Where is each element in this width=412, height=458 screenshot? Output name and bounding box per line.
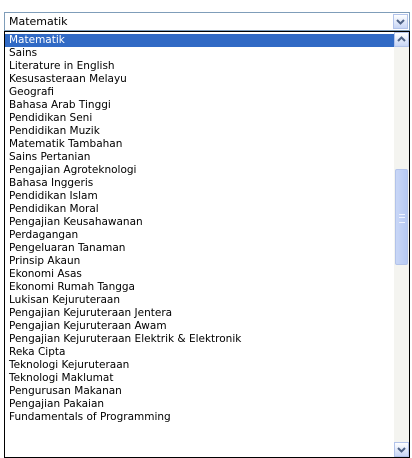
option-item[interactable]: Kesusasteraan Melayu <box>5 73 394 86</box>
option-item[interactable]: Pendidikan Islam <box>5 190 394 203</box>
dropdown-list: Matematik Sains Literature in English Kesus… <box>4 31 410 458</box>
option-item[interactable]: Pengajian Pakaian <box>5 398 394 411</box>
option-item[interactable]: Bahasa Inggeris <box>5 177 394 190</box>
subject-select[interactable]: Matematik <box>4 12 410 31</box>
chevron-down-icon[interactable] <box>393 14 408 29</box>
select-value: Matematik <box>9 15 68 28</box>
scroll-up-button[interactable] <box>394 32 409 47</box>
option-item[interactable]: Bahasa Arab Tinggi <box>5 99 394 112</box>
option-item[interactable]: Pengajian Keusahawanan <box>5 216 394 229</box>
option-item[interactable]: Fundamentals of Programming <box>5 411 394 424</box>
chevron-down-icon <box>397 447 406 453</box>
option-item[interactable]: Pengajian Kejuruteraan Elektrik & Elektr… <box>5 333 394 346</box>
option-item[interactable]: Literature in English <box>5 60 394 73</box>
scroll-down-button[interactable] <box>394 442 409 457</box>
option-item[interactable]: Geografi <box>5 86 394 99</box>
option-item[interactable]: Prinsip Akaun <box>5 255 394 268</box>
option-item[interactable]: Pendidikan Moral <box>5 203 394 216</box>
grip-icon <box>399 214 405 223</box>
option-item[interactable]: Lukisan Kejuruteraan <box>5 294 394 307</box>
option-item[interactable]: Pendidikan Muzik <box>5 125 394 138</box>
option-item[interactable]: Teknologi Kejuruteraan <box>5 359 394 372</box>
scrollbar[interactable] <box>394 32 409 457</box>
option-item[interactable]: Pengajian Kejuruteraan Awam <box>5 320 394 333</box>
options-list: Matematik Sains Literature in English Kesus… <box>5 34 394 424</box>
option-item[interactable]: Matematik <box>5 34 394 47</box>
option-item[interactable]: Sains Pertanian <box>5 151 394 164</box>
option-item[interactable]: Pengajian Kejuruteraan Jentera <box>5 307 394 320</box>
option-item[interactable]: Pendidikan Seni <box>5 112 394 125</box>
option-item[interactable]: Ekonomi Rumah Tangga <box>5 281 394 294</box>
option-item[interactable]: Pengajian Agroteknologi <box>5 164 394 177</box>
option-item[interactable]: Sains <box>5 47 394 60</box>
option-item[interactable]: Reka Cipta <box>5 346 394 359</box>
option-item[interactable]: Pengeluaran Tanaman <box>5 242 394 255</box>
scroll-thumb[interactable] <box>395 169 408 265</box>
chevron-up-icon <box>397 36 406 42</box>
option-item[interactable]: Matematik Tambahan <box>5 138 394 151</box>
option-item[interactable]: Ekonomi Asas <box>5 268 394 281</box>
option-item[interactable]: Pengurusan Makanan <box>5 385 394 398</box>
option-item[interactable]: Perdagangan <box>5 229 394 242</box>
option-item[interactable]: Teknologi Maklumat <box>5 372 394 385</box>
